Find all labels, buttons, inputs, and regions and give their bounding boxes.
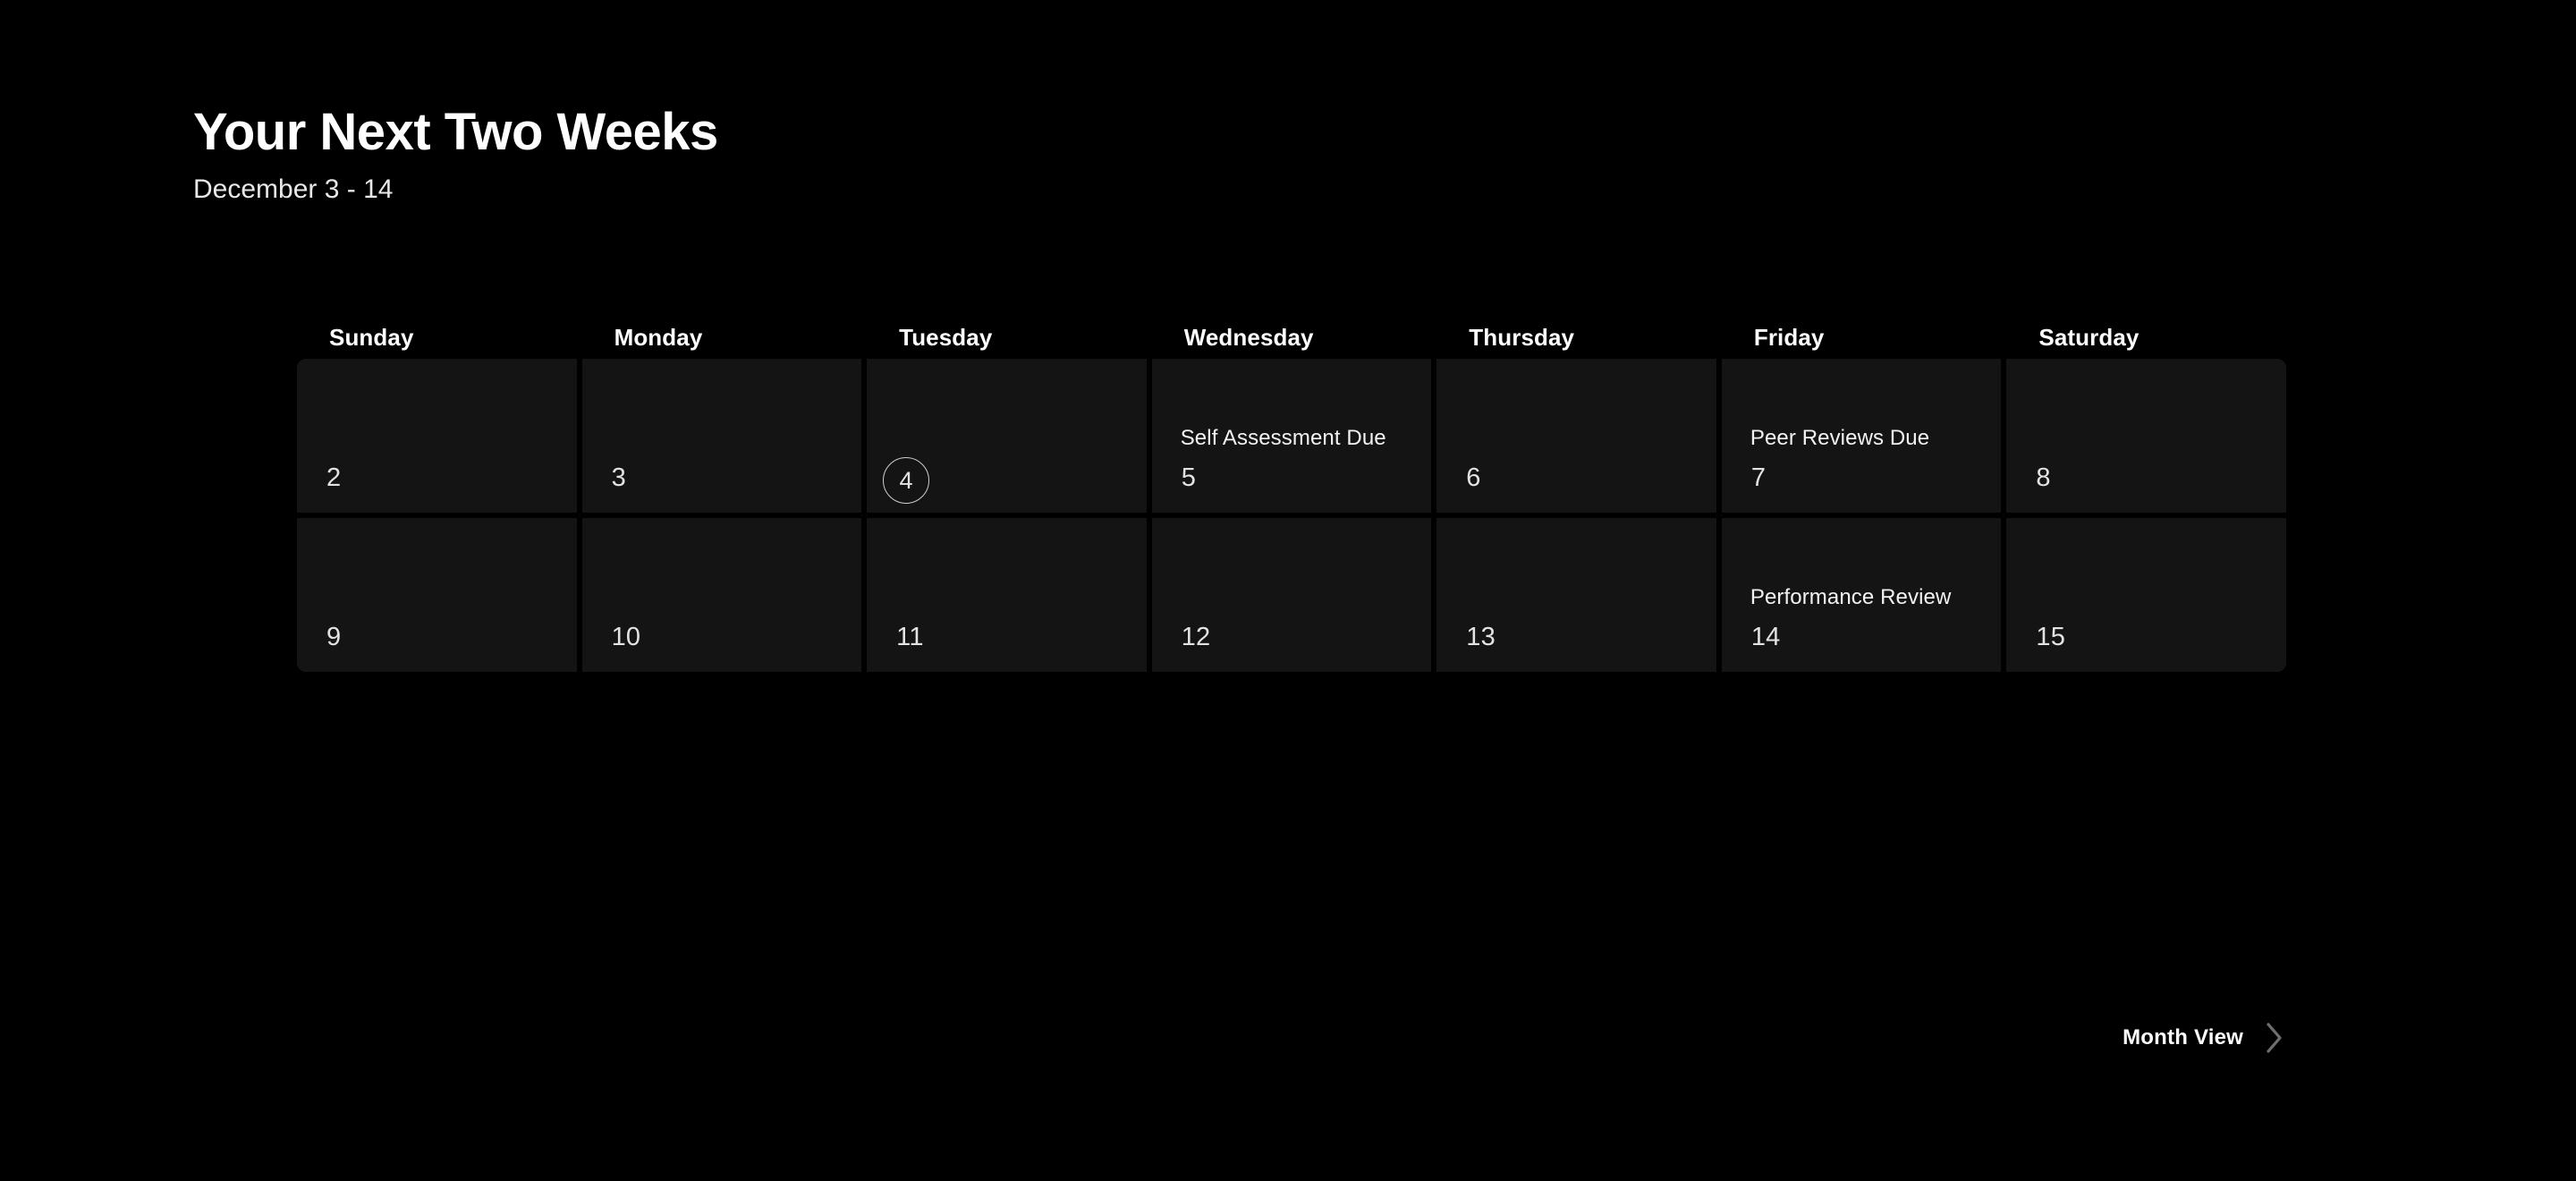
day-number: 2 <box>326 463 342 492</box>
day-cell[interactable]: 13 <box>1436 518 1716 672</box>
day-number: 14 <box>1750 623 1781 651</box>
weekday-header-saturday: Saturday <box>2038 324 2140 351</box>
day-cell[interactable]: 10 <box>581 518 862 672</box>
day-event-label: Self Assessment Due <box>1180 426 1386 450</box>
weekday-header-monday: Monday <box>614 324 703 351</box>
day-cell[interactable]: 12 <box>1151 518 1432 672</box>
day-number: 10 <box>611 623 641 651</box>
day-cell[interactable]: Self Assessment Due 5 <box>1151 359 1432 513</box>
day-number: 5 <box>1181 463 1197 492</box>
day-number: 6 <box>1466 463 1481 492</box>
day-event-label: Performance Review <box>1750 585 1952 609</box>
day-number: 8 <box>2036 463 2051 492</box>
day-cell[interactable]: 9 <box>297 518 577 672</box>
calendar-page: Your Next Two Weeks December 3 - 14 Sund… <box>0 0 2576 1181</box>
day-event-label: Peer Reviews Due <box>1750 426 1930 450</box>
weekday-header-row: Sunday Monday Tuesday Wednesday Thursday Frid… <box>297 324 2286 352</box>
day-number: 9 <box>326 623 342 651</box>
day-number: 11 <box>896 623 924 651</box>
weekday-header-wednesday: Wednesday <box>1183 324 1314 351</box>
page-title: Your Next Two Weeks <box>193 103 718 161</box>
page-header: Your Next Two Weeks December 3 - 14 <box>193 103 718 205</box>
weekday-header-sunday: Sunday <box>329 324 414 351</box>
day-cell[interactable]: 11 <box>867 518 1147 672</box>
weekday-header-friday: Friday <box>1753 324 1825 351</box>
date-range-subtitle: December 3 - 14 <box>193 174 394 204</box>
day-cell[interactable]: Performance Review 14 <box>1721 518 2002 672</box>
day-cell[interactable]: 15 <box>2006 518 2286 672</box>
day-number: 3 <box>611 463 626 492</box>
day-number-today: 4 <box>883 457 930 504</box>
day-number: 12 <box>1181 623 1211 651</box>
weekday-header-tuesday: Tuesday <box>899 324 993 351</box>
day-cell[interactable]: 4 <box>867 359 1147 513</box>
day-cell[interactable]: Peer Reviews Due 7 <box>1721 359 2002 513</box>
day-number: 13 <box>1466 623 1496 651</box>
two-week-calendar: Sunday Monday Tuesday Wednesday Thursday Frid… <box>297 324 2286 672</box>
month-view-label: Month View <box>2123 1025 2243 1049</box>
day-cell[interactable]: 8 <box>2006 359 2286 513</box>
weekday-header-thursday: Thursday <box>1469 324 1575 351</box>
chevron-right-icon <box>2263 1020 2286 1056</box>
month-view-link[interactable]: Month View <box>2123 1020 2286 1056</box>
day-cell[interactable]: 2 <box>297 359 577 513</box>
day-number: 7 <box>1750 463 1767 492</box>
day-number: 15 <box>2036 623 2066 651</box>
day-cell[interactable]: 3 <box>581 359 862 513</box>
calendar-grid: 2 3 4 Self Assessment Due 5 6 Peer Reviews Due… <box>297 359 2286 672</box>
day-cell[interactable]: 6 <box>1436 359 1716 513</box>
